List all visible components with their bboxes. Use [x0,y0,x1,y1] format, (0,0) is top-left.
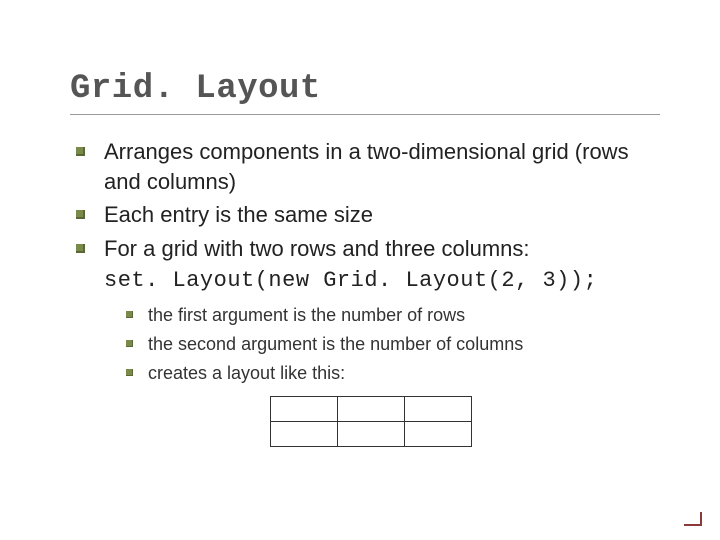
bullet-item: Arranges components in a two-dimensional… [76,137,660,196]
title-divider [70,114,660,115]
grid-cell [405,422,472,447]
bullet-text: Each entry is the same size [104,202,373,227]
sub-bullet-text: the first argument is the number of rows [148,305,465,325]
sub-bullet-list: the first argument is the number of rows… [70,303,660,387]
grid-cell [271,397,338,422]
sub-bullet-text: the second argument is the number of col… [148,334,523,354]
grid-cell [338,397,405,422]
grid-diagram [270,396,472,447]
bullet-item: For a grid with two rows and three colum… [76,234,660,264]
bullet-text: For a grid with two rows and three colum… [104,236,530,261]
sub-bullet-item: the first argument is the number of rows [126,303,660,328]
code-line: set. Layout(new Grid. Layout(2, 3)); [70,268,660,293]
corner-accent-icon [684,512,702,526]
sub-bullet-text: creates a layout like this: [148,363,345,383]
slide-title: Grid. Layout [70,70,660,108]
bullet-item: Each entry is the same size [76,200,660,230]
bullet-text: Arranges components in a two-dimensional… [104,139,629,194]
grid-cell [338,422,405,447]
grid-row [271,397,472,422]
sub-bullet-item: the second argument is the number of col… [126,332,660,357]
sub-bullet-item: creates a layout like this: [126,361,660,386]
grid-cell [271,422,338,447]
main-bullet-list: Arranges components in a two-dimensional… [70,137,660,264]
slide: Grid. Layout Arranges components in a tw… [0,0,720,540]
grid-row [271,422,472,447]
grid-cell [405,397,472,422]
